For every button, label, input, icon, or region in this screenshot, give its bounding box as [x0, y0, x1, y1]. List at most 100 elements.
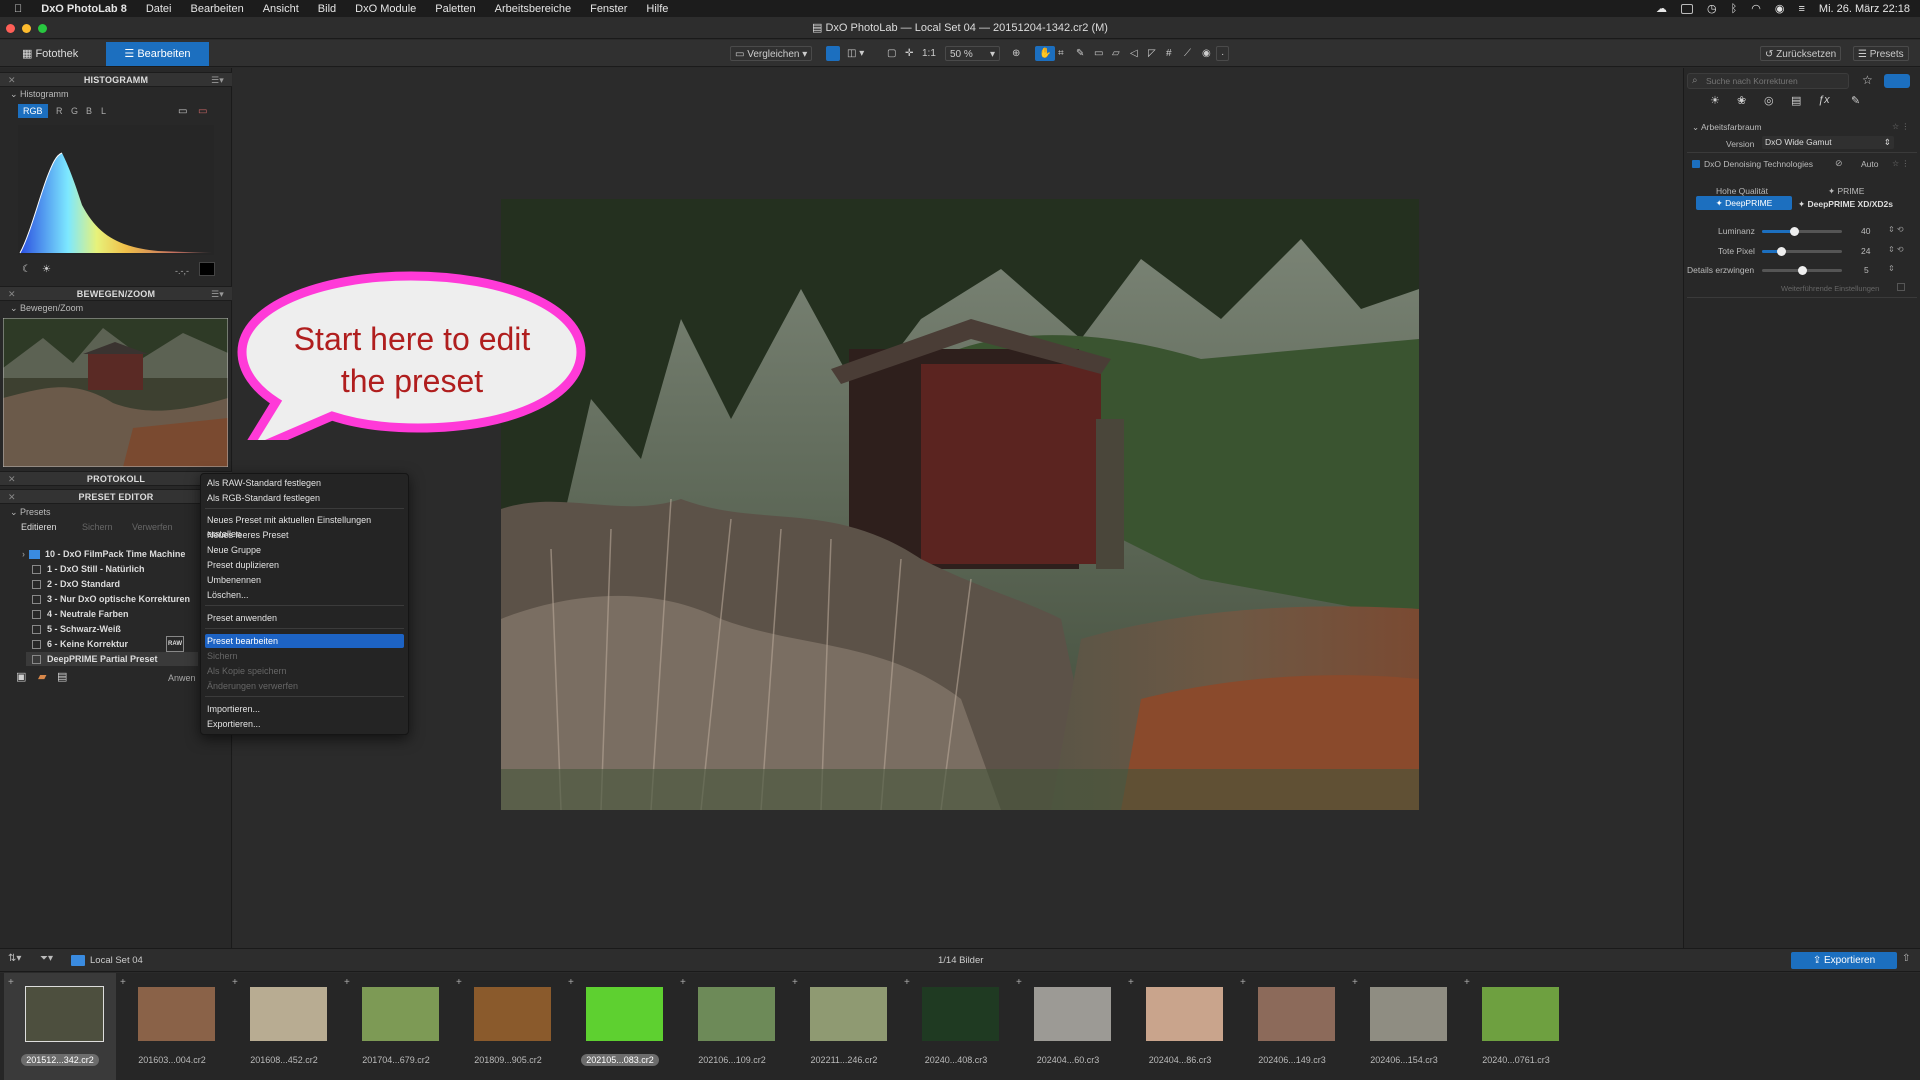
clipping-icon[interactable]: ▭ [198, 106, 207, 117]
menu-hilfe[interactable]: Hilfe [646, 3, 668, 15]
history-header[interactable]: ✕PROTOKOLL☰▾ [0, 471, 232, 486]
plus-icon[interactable]: + [1016, 977, 1022, 988]
close-icon[interactable]: ✕ [8, 287, 16, 301]
menu-clock[interactable]: Mi. 26. März 22:18 [1819, 3, 1910, 15]
menu-item-import[interactable]: Importieren... [205, 702, 404, 716]
moon-icon[interactable]: ☾ [22, 264, 31, 275]
menu-item-new-preset-current[interactable]: Neues Preset mit aktuellen Einstellungen… [205, 513, 404, 539]
eye-icon[interactable]: ◉ [1198, 46, 1215, 61]
filmstrip-thumbnail[interactable]: +201512...342.cr2 [4, 973, 116, 1080]
filmstrip-thumbnail[interactable]: +202404...60.cr3 [1012, 973, 1124, 1080]
presets-button[interactable]: ☰ Presets [1853, 46, 1909, 61]
compare-button[interactable]: ▭ Vergleichen ▾ [730, 46, 813, 61]
preset-group-filmpack[interactable]: › 10 - DxO FilmPack Time Machine [22, 547, 185, 561]
search-input[interactable] [1706, 75, 1844, 87]
histogram-header[interactable]: ✕ HISTOGRAMM ☰▾ [0, 72, 232, 87]
filmstrip-thumbnail[interactable]: +202404...86.cr3 [1124, 973, 1236, 1080]
plus-icon[interactable]: + [456, 977, 462, 988]
star-icon[interactable]: ☆ [1862, 73, 1873, 87]
menu-item-export[interactable]: Exportieren... [205, 717, 404, 731]
details-value[interactable]: 5 [1864, 265, 1869, 275]
channel-r[interactable]: R [53, 104, 66, 118]
enable-checkbox[interactable] [1692, 160, 1700, 168]
local-adjustments-icon[interactable]: ✎ [1851, 94, 1860, 107]
menu-item-delete[interactable]: Löschen... [205, 588, 404, 602]
menu-item-set-rgb-default[interactable]: Als RGB-Standard festlegen [205, 491, 404, 505]
menu-arbeitsbereiche[interactable]: Arbeitsbereiche [495, 3, 571, 15]
preset-editor-header[interactable]: ✕PRESET EDITOR☰▾ [0, 489, 232, 504]
color-palette-icon[interactable]: ❀ [1737, 94, 1746, 107]
apply-button[interactable]: Anwen [168, 673, 196, 683]
search-box[interactable]: ⌕ [1687, 73, 1849, 89]
perspective-tool-icon[interactable]: ⏥ [1108, 46, 1124, 61]
thumbnail-image[interactable] [25, 986, 104, 1042]
mode-prime[interactable]: ✦ PRIME [1828, 186, 1864, 197]
menu-item-new-group[interactable]: Neue Gruppe [205, 543, 404, 557]
plus-icon[interactable]: + [1240, 977, 1246, 988]
before-after-icon[interactable]: · [1216, 46, 1230, 61]
plus-icon[interactable]: + [1128, 977, 1134, 988]
preset-item[interactable]: 2 - DxO Standard [32, 577, 120, 591]
split-view-icon[interactable]: ◫ ▾ [843, 46, 868, 61]
menu-bild[interactable]: Bild [318, 3, 336, 15]
move-zoom-header[interactable]: ✕ BEWEGEN/ZOOM ☰▾ [0, 286, 232, 301]
apple-icon[interactable]:  [14, 3, 22, 15]
thumbnail-image[interactable] [810, 987, 887, 1041]
deadpx-knob[interactable] [1777, 247, 1787, 256]
plus-icon[interactable]: + [120, 977, 126, 988]
thumbnail-image[interactable] [1034, 987, 1111, 1041]
channel-g[interactable]: G [68, 104, 81, 118]
channel-b[interactable]: B [83, 104, 95, 118]
filmstrip-thumbnail[interactable]: +202211...246.cr2 [788, 973, 900, 1080]
favorite-icon[interactable]: ☆ ⋮ [1892, 159, 1909, 168]
menu-fenster[interactable]: Fenster [590, 3, 627, 15]
advanced-settings-link[interactable]: Weiterführende Einstellungen [1781, 284, 1879, 293]
details-knob[interactable] [1798, 266, 1807, 275]
thumbnail-image[interactable] [1482, 987, 1559, 1041]
channel-rgb[interactable]: RGB [18, 104, 48, 118]
presets-subheader[interactable]: ⌄ Presets [10, 507, 51, 518]
single-view-icon[interactable] [826, 46, 840, 61]
menu-app-name[interactable]: DxO PhotoLab 8 [41, 3, 127, 15]
menu-dxo-module[interactable]: DxO Module [355, 3, 416, 15]
zoom-select[interactable]: 50 % ▾ [945, 46, 1000, 61]
stepper-icon[interactable]: ⇕ ⟲ [1888, 225, 1904, 234]
stepper-icon[interactable]: ⇕ [1888, 264, 1895, 273]
ratio-button[interactable]: 1:1 [918, 46, 940, 61]
tab-bearbeiten[interactable]: ☰ Bearbeiten [106, 42, 209, 66]
menu-item-new-empty-preset[interactable]: Neues leeres Preset [205, 528, 404, 542]
panel-menu-icon[interactable]: ☰▾ [211, 287, 224, 301]
move-icon[interactable]: ✛ [901, 46, 917, 61]
filmstrip-thumbnail[interactable]: +202105...083.cr2 [564, 973, 676, 1080]
preset-item[interactable]: 6 - Keine Korrektur RAW [32, 636, 185, 652]
thumbnail-image[interactable] [250, 987, 327, 1041]
thumbnail-image[interactable] [1370, 987, 1447, 1041]
filmstrip-thumbnail[interactable]: +202106...109.cr2 [676, 973, 788, 1080]
filmstrip-thumbnail[interactable]: +202406...149.cr3 [1236, 973, 1348, 1080]
thumbnail-image[interactable] [698, 987, 775, 1041]
edit-tab[interactable]: Editieren [21, 522, 57, 532]
menu-datei[interactable]: Datei [146, 3, 172, 15]
luminance-value[interactable]: 40 [1861, 226, 1870, 236]
plus-icon[interactable]: + [232, 977, 238, 988]
favorite-icon[interactable]: ☆ ⋮ [1892, 122, 1909, 131]
menu-paletten[interactable]: Paletten [435, 3, 475, 15]
picker-tool-icon[interactable]: ✎ [1072, 46, 1088, 61]
thumbnail-image[interactable] [586, 987, 663, 1041]
light-palette-icon[interactable]: ☀ [1710, 94, 1720, 107]
filmstrip-thumbnail[interactable]: +201608...452.cr2 [228, 973, 340, 1080]
bluetooth-icon[interactable]: ᛒ [1731, 3, 1738, 15]
advanced-icon[interactable] [1897, 283, 1905, 291]
preset-item-selected[interactable]: DeepPRIME Partial Preset [26, 652, 198, 666]
navigator-preview[interactable] [3, 318, 228, 467]
menu-item-duplicate[interactable]: Preset duplizieren [205, 558, 404, 572]
toggle-panel-icon[interactable] [1884, 74, 1910, 88]
sort-icon[interactable]: ⇅▾ [8, 953, 21, 964]
preset-item[interactable]: 3 - Nur DxO optische Korrekturen [32, 592, 190, 606]
close-icon[interactable]: ✕ [8, 472, 16, 486]
mode-hq[interactable]: Hohe Qualität [1716, 186, 1768, 196]
effects-palette-icon[interactable]: ƒx [1818, 94, 1830, 106]
close-window-icon[interactable] [6, 24, 15, 33]
crop-fit-icon[interactable]: ▢ [883, 46, 900, 61]
menu-bearbeiten[interactable]: Bearbeiten [191, 3, 244, 15]
